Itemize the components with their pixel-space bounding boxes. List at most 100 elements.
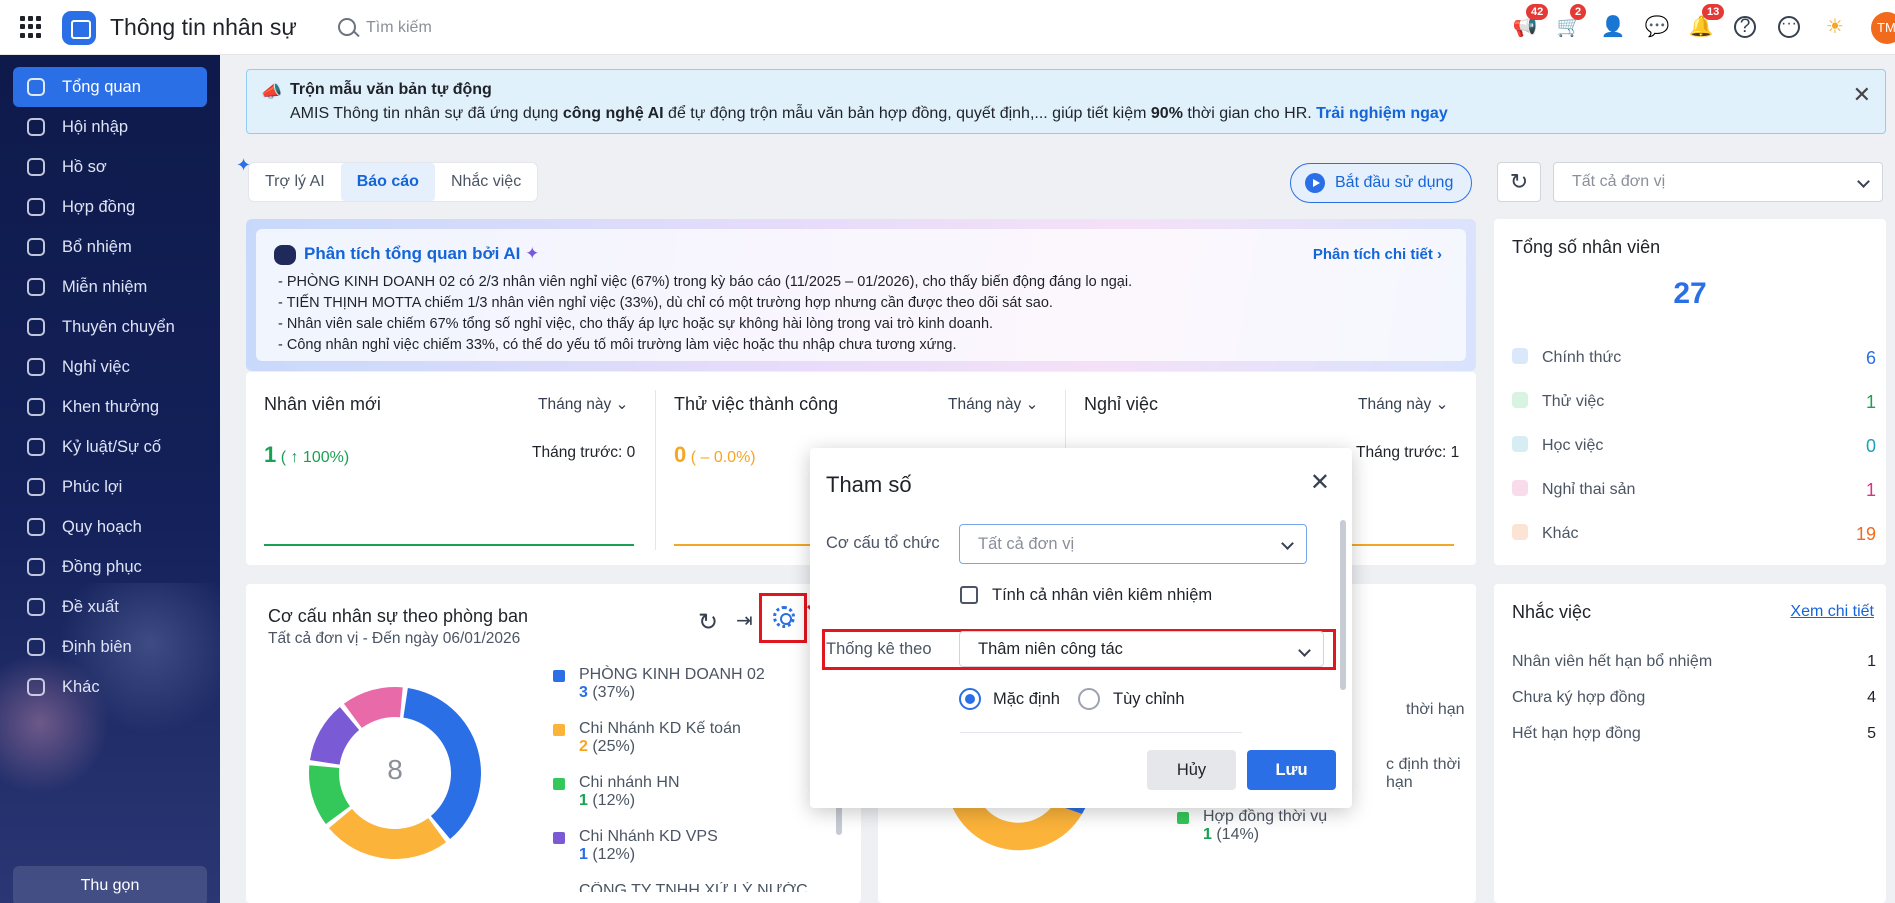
org-select[interactable]: Tất cả đơn vị	[959, 524, 1307, 564]
chat-icon[interactable]: 💬	[1644, 14, 1670, 40]
gift-icon	[27, 478, 45, 496]
tab-report[interactable]: Báo cáo	[340, 163, 435, 201]
stat-select[interactable]: Thâm niên công tác	[959, 631, 1324, 667]
view-detail-link[interactable]: Xem chi tiết	[1790, 603, 1874, 621]
stat-label: Thống kê theo	[826, 640, 932, 658]
close-icon[interactable]: ✕	[1310, 468, 1330, 497]
org-select-value: Tất cả đơn vị	[978, 535, 1075, 553]
donut-slice[interactable]	[343, 687, 403, 728]
collapse-label: Thu gọn	[80, 877, 140, 894]
banner-link[interactable]: Trải nghiệm ngay	[1316, 105, 1448, 122]
donut-center-value: 8	[387, 754, 403, 785]
sidebar-item-label: Miễn nhiệm	[62, 278, 148, 296]
announcement-banner: 📣 Trộn mẫu văn bản tự động AMIS Thông ti…	[246, 69, 1886, 134]
stat-label: Học việc	[1542, 437, 1604, 454]
stat-row[interactable]: Chính thức 6	[1512, 348, 1876, 372]
unit-select[interactable]: Tất cả đơn vị	[1553, 162, 1883, 202]
period-select[interactable]: Tháng này ⌄	[1358, 395, 1449, 414]
cancel-button[interactable]: Hủy	[1147, 750, 1236, 790]
more-icon[interactable]: ···	[1778, 16, 1800, 38]
legend-swatch	[553, 778, 565, 790]
bell-icon[interactable]: 🔔 13	[1688, 4, 1725, 40]
sidebar-item-welfare[interactable]: Phúc lợi	[13, 467, 207, 507]
sidebar-item-discipline[interactable]: Kỷ luật/Sự cố	[13, 427, 207, 467]
refresh-button[interactable]: ↻	[1497, 162, 1541, 202]
stat-value: 0	[1865, 436, 1876, 456]
sidebar-item-headcount[interactable]: Định biên	[13, 627, 207, 667]
period-select[interactable]: Tháng này ⌄	[538, 395, 629, 414]
ai-detail-link[interactable]: Phân tích chi tiết ›	[1313, 246, 1442, 263]
tab-reminders[interactable]: Nhắc việc	[435, 163, 537, 201]
add-user-icon[interactable]: 👤	[1600, 14, 1626, 40]
ai-analysis-title: Phân tích tổng quan bởi AI ✦	[304, 244, 539, 264]
reminder-row[interactable]: Hết hạn hợp đồng 5	[1512, 725, 1876, 743]
sidebar-item-other[interactable]: Khác	[13, 667, 207, 707]
export-icon[interactable]: ⇥	[736, 608, 753, 633]
period-select[interactable]: Tháng này ⌄	[948, 395, 1039, 414]
sidebar-item-planning[interactable]: Quy hoạch	[13, 507, 207, 547]
reminders-card: Nhắc việc Xem chi tiết	[1494, 584, 1886, 903]
refresh-icon: ↻	[1509, 169, 1529, 194]
sidebar-item-uniform[interactable]: Đồng phục	[13, 547, 207, 587]
legend-count: 1	[579, 846, 588, 863]
search-icon[interactable]	[338, 18, 356, 36]
sidebar-item-contract[interactable]: Hợp đồng	[13, 187, 207, 227]
sun-icon[interactable]: ☀	[1822, 14, 1848, 40]
sidebar-item-reward[interactable]: Khen thưởng	[13, 387, 207, 427]
reminder-row[interactable]: Nhân viên hết hạn bổ nhiệm 1	[1512, 653, 1876, 671]
headcount-icon	[27, 638, 45, 656]
sidebar-item-profile[interactable]: Hồ sơ	[13, 147, 207, 187]
search-input[interactable]: Tìm kiếm	[366, 19, 432, 37]
refresh-icon[interactable]: ↻	[698, 608, 718, 637]
reminders-title: Nhắc việc	[1512, 602, 1592, 622]
dialog-scrollbar[interactable]	[1340, 520, 1346, 690]
reminder-label: Hết hạn hợp đồng	[1512, 725, 1641, 742]
collapse-button[interactable]: Thu gọn	[13, 866, 207, 903]
legend-swatch	[553, 670, 565, 682]
more-icon	[27, 678, 45, 696]
reminder-label: Nhân viên hết hạn bổ nhiệm	[1512, 653, 1713, 670]
radio-custom[interactable]	[1078, 688, 1100, 710]
stat-label: Nghỉ thai sản	[1542, 481, 1636, 498]
concurrent-checkbox[interactable]	[960, 586, 978, 604]
help-icon[interactable]: ?	[1734, 16, 1756, 38]
megaphone-icon[interactable]: 📢 42	[1512, 4, 1549, 40]
sidebar-item-resignation[interactable]: Nghỉ việc	[13, 347, 207, 387]
sidebar-item-proposal[interactable]: Đề xuất	[13, 587, 207, 627]
top-bar: Thông tin nhân sự Tìm kiếm 📢 42 🛒 2 👤 💬 🔔 1…	[0, 0, 1895, 55]
radio-default[interactable]	[959, 688, 981, 710]
tab-ai-assistant[interactable]: Trợ lý AI	[249, 163, 341, 201]
kpi-previous: Tháng trước: 0	[532, 444, 636, 461]
app-grid-icon[interactable]	[20, 16, 42, 38]
stat-row[interactable]: Nghỉ thai sản 1	[1512, 480, 1876, 504]
reminder-label: Chưa ký hợp đồng	[1512, 689, 1646, 706]
radio-custom-label: Tùy chỉnh	[1113, 690, 1185, 708]
legend-name: Chi Nhánh KD Kế toán	[579, 720, 741, 737]
stat-select-value: Thâm niên công tác	[978, 640, 1123, 658]
banner-text-part: để tự động trộn mẫu văn bản hợp đồng, qu…	[663, 105, 1151, 122]
period-value: Tháng này	[1358, 396, 1432, 413]
sidebar-item-dismissal[interactable]: Miễn nhiệm	[13, 267, 207, 307]
save-button[interactable]: Lưu	[1247, 750, 1336, 790]
stat-row[interactable]: Học việc 0	[1512, 436, 1876, 460]
sidebar-item-appointment[interactable]: Bổ nhiệm	[13, 227, 207, 267]
donut-slice[interactable]	[328, 808, 447, 859]
start-button[interactable]: Bắt đầu sử dụng	[1290, 163, 1472, 203]
sidebar-item-label: Nghỉ việc	[62, 358, 130, 376]
gear-icon[interactable]	[773, 606, 795, 628]
cart-icon[interactable]: 🛒 2	[1556, 4, 1587, 40]
stat-label: Khác	[1542, 525, 1579, 542]
sidebar-item-onboarding[interactable]: Hội nhập	[13, 107, 207, 147]
app-title: Thông tin nhân sự	[110, 14, 297, 40]
sidebar-item-overview[interactable]: Tổng quan	[13, 67, 207, 107]
play-icon	[1305, 173, 1325, 193]
close-icon[interactable]: ✕	[1853, 82, 1871, 108]
stat-row[interactable]: Thử việc 1	[1512, 392, 1876, 416]
legend-swatch	[553, 724, 565, 736]
reminder-row[interactable]: Chưa ký hợp đồng 4	[1512, 689, 1876, 707]
sidebar-item-transfer[interactable]: Thuyên chuyển	[13, 307, 207, 347]
ai-link-text: Phân tích chi tiết	[1312, 246, 1433, 263]
stat-row[interactable]: Khác 19	[1512, 524, 1876, 548]
sidebar-item-label: Hội nhập	[62, 118, 129, 136]
avatar[interactable]: TM	[1871, 12, 1895, 44]
